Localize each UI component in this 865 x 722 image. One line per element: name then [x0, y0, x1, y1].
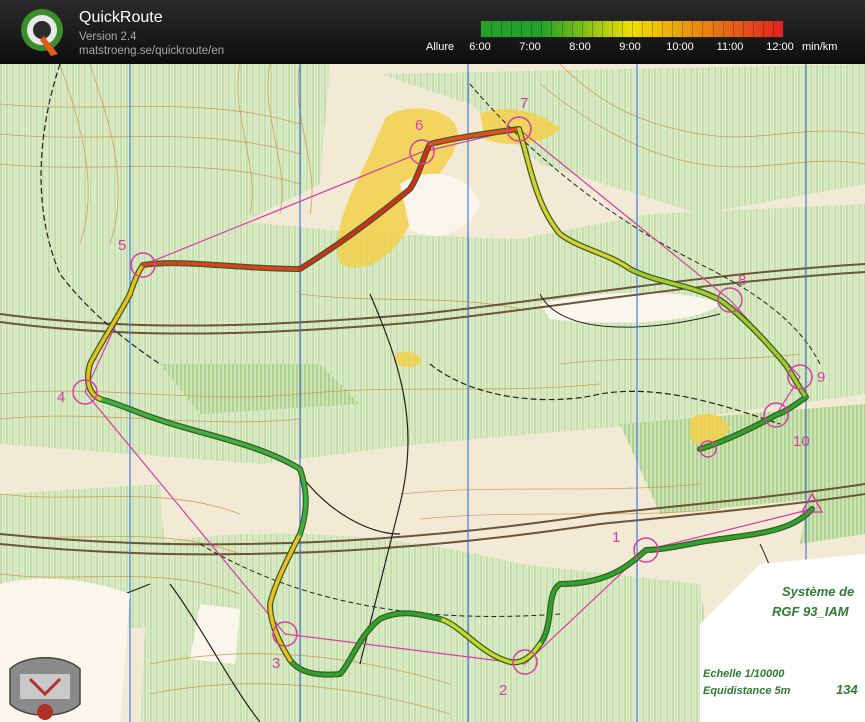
pace-legend-divider [752, 21, 754, 37]
quickroute-window: QuickRoute Version 2.4 matstroeng.se/qui… [0, 0, 865, 722]
map-sheet-number: 134 [836, 682, 858, 697]
map-canvas: 1 2 3 4 5 6 7 8 9 10 Système de RGF 93_I… [0, 64, 865, 722]
pace-legend-label: Allure [426, 41, 455, 53]
pace-legend-divider [551, 21, 553, 37]
pace-legend-divider [632, 21, 633, 37]
control-label: 7 [520, 95, 528, 112]
pace-legend-divider [511, 21, 513, 37]
map-system-text: RGF 93_IAM [772, 604, 850, 619]
control-label: 1 [612, 529, 620, 546]
control-label: 6 [415, 117, 423, 134]
pace-legend-divider [621, 21, 623, 37]
pace-legend-bar [480, 20, 784, 38]
control-label: 9 [817, 369, 825, 386]
pace-tick: 10:00 [666, 41, 694, 53]
pace-tick: 8:00 [569, 41, 591, 53]
app-url: matstroeng.se/quickroute/en [79, 45, 225, 57]
map-system-text: Système de [782, 584, 854, 599]
pace-legend-divider [732, 21, 734, 37]
pace-unit: min/km [802, 41, 838, 53]
pace-legend-divider [722, 21, 724, 37]
pace-legend-divider [521, 21, 523, 37]
map-equidistance-text: Equidistance 5m [703, 685, 791, 697]
pace-legend-divider [611, 21, 613, 37]
pace-legend-divider [682, 21, 684, 37]
control-label: 10 [793, 433, 810, 450]
app-version: Version 2.4 [79, 31, 137, 43]
quickroute-logo-icon [21, 9, 63, 56]
app-header: QuickRoute Version 2.4 matstroeng.se/qui… [0, 0, 865, 64]
pace-legend-divider [762, 21, 764, 37]
pace-legend-divider [642, 21, 644, 37]
map-scale-text: Echelle 1/10000 [703, 668, 785, 680]
orienteering-map[interactable]: 1 2 3 4 5 6 7 8 9 10 Système de RGF 93_I… [0, 64, 865, 722]
pace-legend-divider [491, 21, 493, 37]
pace-legend-divider [531, 21, 533, 37]
pace-legend-divider [601, 21, 603, 37]
pace-legend-divider [742, 21, 744, 37]
pace-legend-divider [501, 21, 503, 37]
pace-legend-divider [561, 21, 563, 37]
control-label: 5 [118, 237, 126, 254]
club-emblem-icon [9, 657, 81, 720]
pace-legend-divider [591, 21, 593, 37]
control-label: 8 [738, 272, 746, 289]
pace-legend-divider [772, 21, 774, 37]
pace-legend-divider [662, 21, 664, 37]
app-title: QuickRoute [79, 9, 163, 26]
pace-tick: 12:00 [766, 41, 794, 53]
pace-legend-divider [672, 21, 674, 37]
pace-tick: 11:00 [716, 41, 744, 53]
control-label: 3 [272, 655, 280, 672]
control-label: 2 [499, 682, 507, 699]
pace-tick: 6:00 [469, 41, 491, 53]
pace-legend-divider [652, 21, 654, 37]
pace-tick: 7:00 [519, 41, 541, 53]
pace-legend-divider [571, 21, 573, 37]
pace-legend-divider [712, 21, 714, 37]
pace-legend-divider [541, 21, 543, 37]
pace-legend-divider [692, 21, 694, 37]
control-label: 4 [57, 389, 65, 406]
pace-legend-divider [702, 21, 704, 37]
pace-tick: 9:00 [619, 41, 641, 53]
pace-legend-divider [581, 21, 583, 37]
